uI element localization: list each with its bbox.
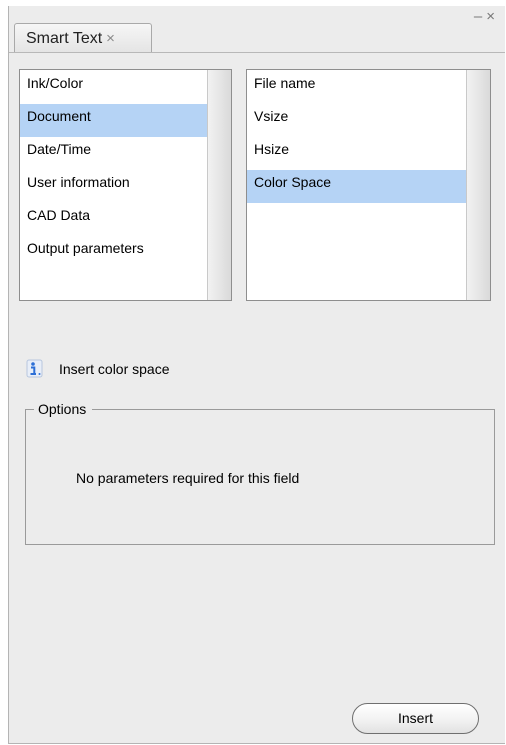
minimize-icon[interactable]: – xyxy=(474,8,486,25)
field-scrollbar[interactable] xyxy=(466,70,490,300)
info-icon xyxy=(25,359,45,379)
options-legend: Options xyxy=(34,400,93,418)
field-item-vsize[interactable]: Vsize xyxy=(247,104,466,137)
tab-close-icon[interactable]: × xyxy=(106,30,115,47)
tab-label: Smart Text xyxy=(26,30,103,47)
field-item-color-space[interactable]: Color Space xyxy=(247,170,466,203)
smart-text-panel: –× Smart Text × Ink/Color Document Date/T… xyxy=(8,6,505,744)
field-item-hsize[interactable]: Hsize xyxy=(247,137,466,170)
options-message: No parameters required for this field xyxy=(76,470,300,486)
category-item-cad-data[interactable]: CAD Data xyxy=(20,203,207,236)
field-item-file-name[interactable]: File name xyxy=(247,71,466,104)
category-item-date-time[interactable]: Date/Time xyxy=(20,137,207,170)
close-panel-icon[interactable]: × xyxy=(486,8,499,25)
category-item-ink-color[interactable]: Ink/Color xyxy=(20,71,207,104)
insert-button[interactable]: Insert xyxy=(352,703,479,734)
category-list[interactable]: Ink/Color Document Date/Time User inform… xyxy=(19,69,232,301)
category-item-document[interactable]: Document xyxy=(20,104,207,137)
tab-smart-text[interactable]: Smart Text × xyxy=(14,23,152,53)
field-list[interactable]: File name Vsize Hsize Color Space xyxy=(246,69,491,301)
field-description-text: Insert color space xyxy=(59,361,170,377)
category-item-user-information[interactable]: User information xyxy=(20,170,207,203)
category-scrollbar[interactable] xyxy=(207,70,231,300)
options-group: Options No parameters required for this … xyxy=(25,400,495,545)
field-description: Insert color space xyxy=(25,358,170,380)
window-controls: –× xyxy=(474,8,499,25)
tab-divider xyxy=(9,52,505,53)
category-item-output-parameters[interactable]: Output parameters xyxy=(20,236,207,269)
